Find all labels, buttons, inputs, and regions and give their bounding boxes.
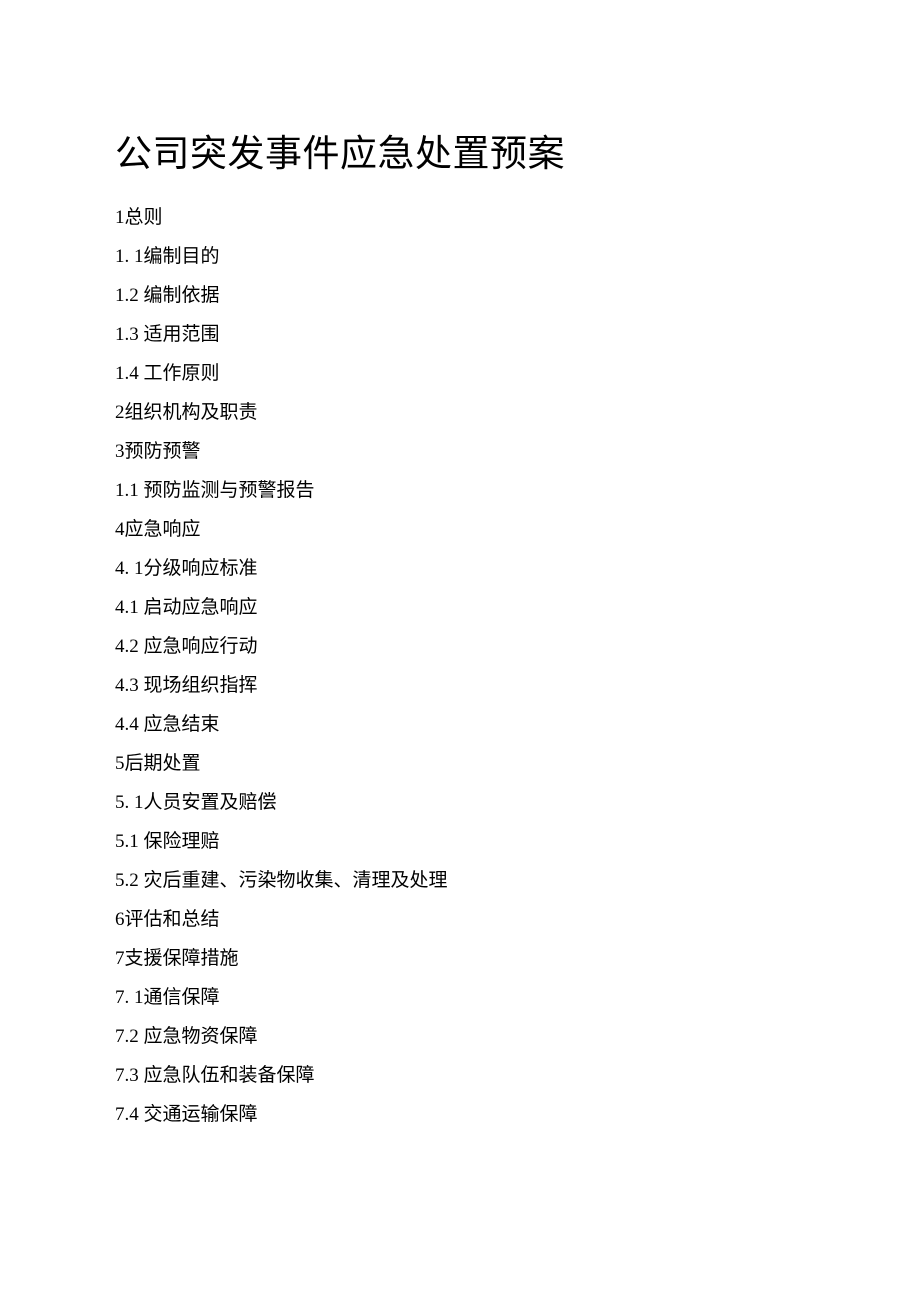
toc-entry: 1.3 适用范围 bbox=[115, 315, 805, 354]
toc-entry: 7.4 交通运输保障 bbox=[115, 1095, 805, 1134]
toc-entry: 4.4 应急结束 bbox=[115, 705, 805, 744]
toc-entry: 4.2 应急响应行动 bbox=[115, 627, 805, 666]
toc-entry: 4.3 现场组织指挥 bbox=[115, 666, 805, 705]
toc-entry: 7.3 应急队伍和装备保障 bbox=[115, 1056, 805, 1095]
toc-entry: 5.2 灾后重建、污染物收集、清理及处理 bbox=[115, 861, 805, 900]
toc-entry: 1.2 编制依据 bbox=[115, 276, 805, 315]
toc-entry: 4.1 启动应急响应 bbox=[115, 588, 805, 627]
toc-entry: 1总则 bbox=[115, 198, 805, 237]
toc-entry: 1. 1编制目的 bbox=[115, 237, 805, 276]
toc-entry: 7. 1通信保障 bbox=[115, 978, 805, 1017]
toc-entry: 5后期处置 bbox=[115, 744, 805, 783]
toc-entry: 4. 1分级响应标准 bbox=[115, 549, 805, 588]
toc-entry: 7支援保障措施 bbox=[115, 939, 805, 978]
toc-entry: 2组织机构及职责 bbox=[115, 393, 805, 432]
toc-entry: 5.1 保险理赔 bbox=[115, 822, 805, 861]
document-title: 公司突发事件应急处置预案 bbox=[115, 130, 805, 180]
toc-entry: 1.1 预防监测与预警报告 bbox=[115, 471, 805, 510]
toc-entry: 4应急响应 bbox=[115, 510, 805, 549]
toc-entry: 3预防预警 bbox=[115, 432, 805, 471]
toc-entry: 6评估和总结 bbox=[115, 900, 805, 939]
toc-entry: 7.2 应急物资保障 bbox=[115, 1017, 805, 1056]
toc-entry: 1.4 工作原则 bbox=[115, 354, 805, 393]
table-of-contents: 1总则 1. 1编制目的 1.2 编制依据 1.3 适用范围 1.4 工作原则 … bbox=[115, 198, 805, 1134]
toc-entry: 5. 1人员安置及赔偿 bbox=[115, 783, 805, 822]
